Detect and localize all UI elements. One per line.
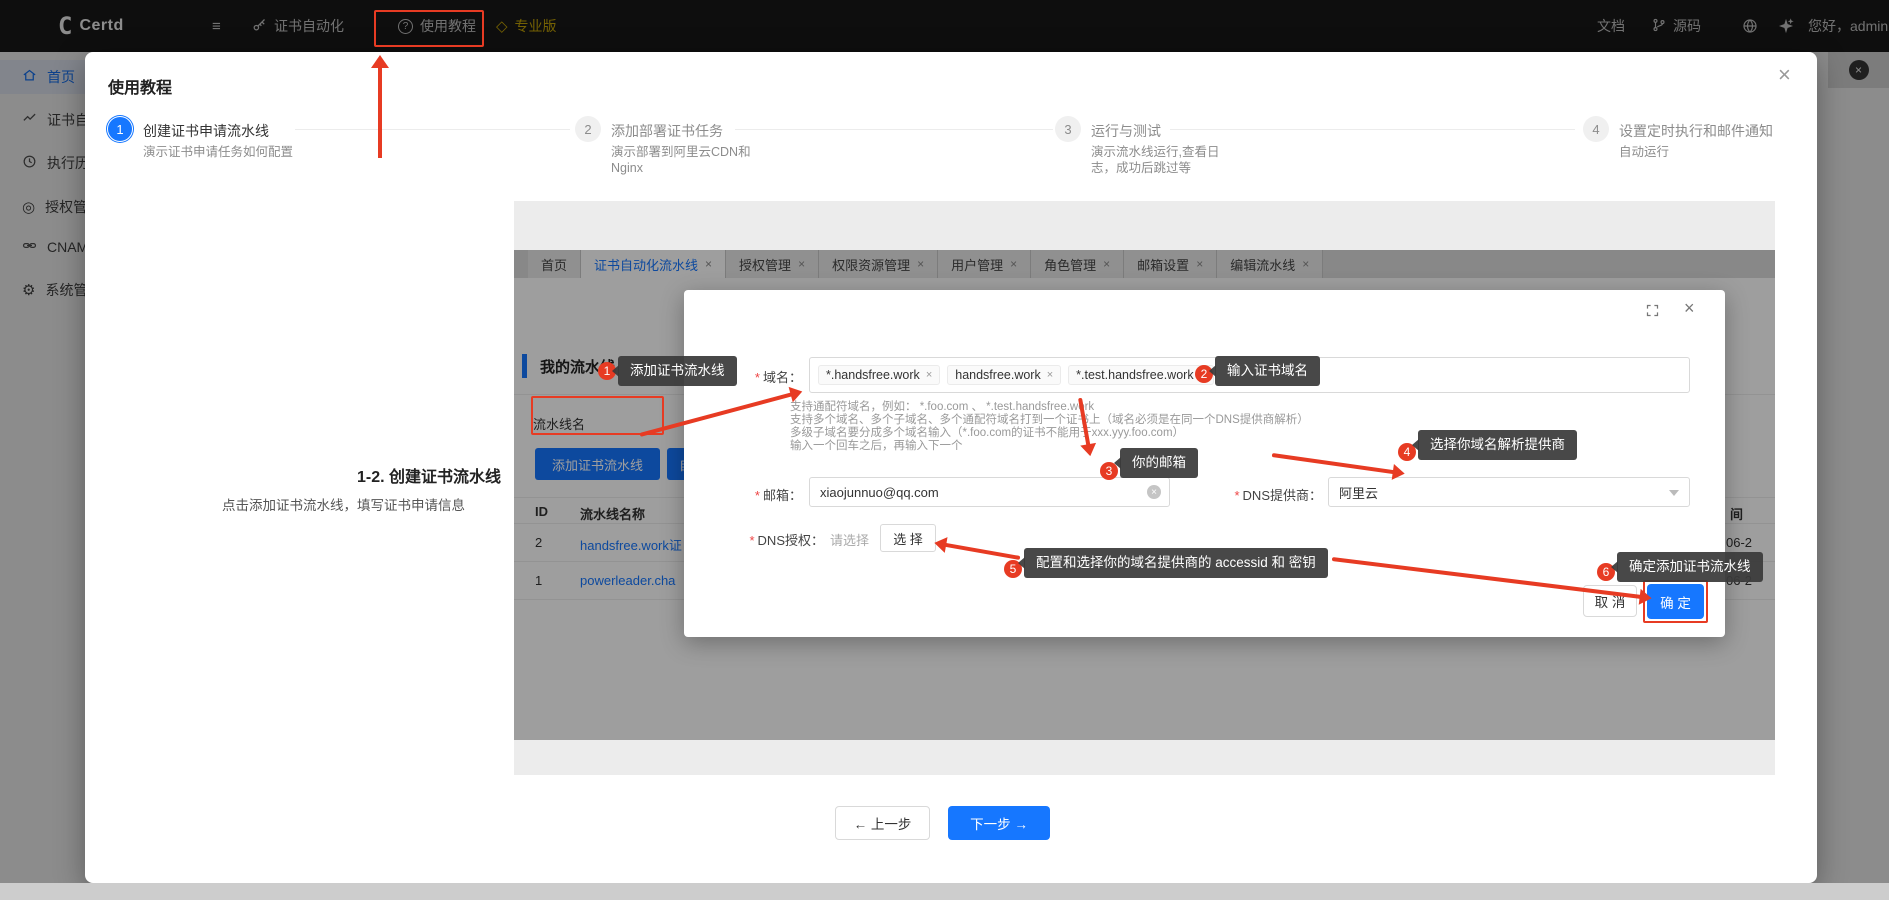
step-1-circle: 1 [107, 116, 133, 142]
step-4-title: 设置定时执行和邮件通知 [1619, 121, 1773, 141]
step-3-desc: 演示流水线运行,查看日志，成功后跳过等 [1091, 144, 1241, 176]
tutorial-title: 使用教程 [108, 74, 172, 98]
required-mark: * [755, 370, 760, 385]
add-pipeline-dialog: × *域名： *.handsfree.work× handsfree.work×… [684, 290, 1725, 637]
step-connector [1170, 129, 1575, 130]
screen: C Certd ≡ 证书自动化 ? 使用教程 ◇ 专业版 文档 源码 [0, 0, 1889, 900]
step-2-desc: 演示部署到阿里云CDN和Nginx [611, 144, 771, 176]
prev-step-button[interactable]: ← 上一步 [835, 806, 930, 840]
dialog-close-icon[interactable]: × [1684, 298, 1695, 319]
email-label: *邮箱： [684, 485, 802, 504]
clear-input-icon[interactable]: × [1147, 485, 1161, 499]
demo-screenshot: 首页 证书自动化流水线× 授权管理× 权限资源管理× 用户管理× 角色管理× 邮… [514, 201, 1775, 775]
bottom-strip [0, 883, 1889, 900]
step-connector [295, 129, 570, 130]
annotation-callout-6: 确定添加证书流水线 [1617, 552, 1763, 582]
dns-auth-placeholder: 请选择 [830, 530, 869, 549]
domain-help-line: 输入一个回车之后，再输入下一个 [790, 437, 963, 453]
annotation-callout-5: 配置和选择你的域名提供商的 accessid 和 密钥 [1024, 548, 1328, 578]
step-2-circle: 2 [575, 116, 601, 142]
domain-tag[interactable]: *.handsfree.work× [818, 365, 940, 385]
tutorial-highlight-frame-nav [374, 10, 484, 47]
caption-heading: 1-2. 创建证书流水线 [357, 463, 501, 487]
step-3-title: 运行与测试 [1091, 121, 1161, 141]
step-3-circle: 3 [1055, 116, 1081, 142]
tag-close-icon[interactable]: × [926, 369, 932, 381]
annotation-callout-2: 输入证书域名 [1215, 356, 1320, 386]
step-connector [735, 129, 1053, 130]
dns-auth-label: *DNS授权： [684, 530, 824, 549]
caption-desc: 点击添加证书流水线，填写证书申请信息 [222, 494, 465, 514]
required-mark: * [755, 488, 760, 503]
annotation-callout-1: 添加证书流水线 [618, 356, 737, 386]
dns-provider-select[interactable]: 阿里云 [1328, 477, 1690, 507]
required-mark: * [749, 533, 754, 548]
domain-tag[interactable]: *.test.handsfree.work× [1068, 365, 1214, 385]
tag-close-icon[interactable]: × [1047, 369, 1053, 381]
modal-close-icon[interactable]: × [1778, 62, 1791, 88]
step-4-circle: 4 [1583, 116, 1609, 142]
tutorial-arrow-to-nav [378, 58, 382, 158]
step-4-desc: 自动运行 [1619, 144, 1789, 160]
email-input[interactable]: xiaojunnuo@qq.com × [809, 477, 1170, 507]
step-1-title: 创建证书申请流水线 [143, 121, 269, 141]
domain-tag[interactable]: handsfree.work× [947, 365, 1061, 385]
step-2-title: 添加部署证书任务 [611, 121, 723, 141]
step-1-desc: 演示证书申请任务如何配置 [143, 144, 303, 160]
dns-provider-label: *DNS提供商： [1208, 485, 1322, 504]
annotation-callout-4: 选择你域名解析提供商 [1418, 430, 1577, 460]
required-mark: * [1234, 488, 1239, 503]
chevron-down-icon [1669, 490, 1679, 501]
next-step-button[interactable]: 下一步 → [948, 806, 1050, 840]
fullscreen-icon[interactable] [1645, 303, 1660, 321]
annotation-callout-3: 你的邮箱 [1120, 448, 1198, 478]
highlight-frame-add-button [531, 396, 664, 435]
